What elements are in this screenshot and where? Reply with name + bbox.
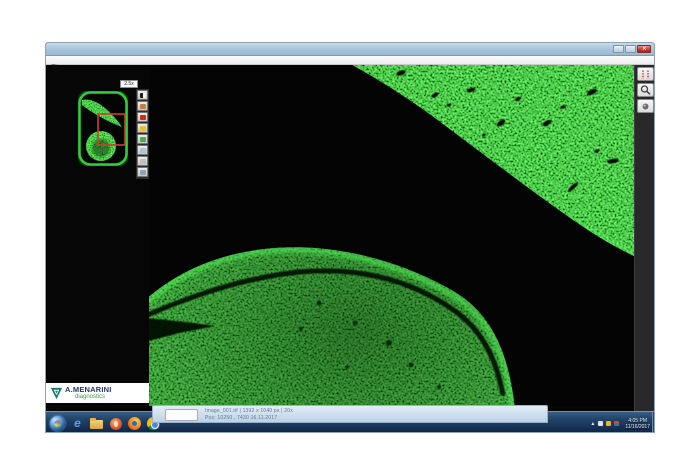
- up-arrow-icon[interactable]: ▲: [590, 421, 595, 427]
- status-bar: Image_001.tif | 1392 x 1040 px | 20x Pos…: [152, 405, 548, 423]
- opera-icon[interactable]: [109, 417, 122, 430]
- info-icon: [140, 170, 146, 175]
- slide-overview-thumbnail[interactable]: [78, 91, 128, 166]
- clock-time: 4:05 PM: [625, 418, 650, 424]
- firefox-icon[interactable]: [128, 417, 141, 430]
- sidebar-tool-button[interactable]: [137, 123, 148, 133]
- marker-green-icon: [140, 137, 146, 142]
- sidebar-tool-button[interactable]: [137, 145, 148, 155]
- status-zoom-field[interactable]: [165, 409, 198, 421]
- snapshot-button[interactable]: [637, 99, 654, 113]
- region-marks-icon: [640, 70, 651, 79]
- menu-bar: File: [46, 56, 654, 65]
- sidebar: 2.5x A.MENARINI diagnosti: [46, 65, 149, 411]
- logo-brand-text: A.MENARINI: [65, 386, 112, 394]
- sidebar-tool-button[interactable]: [137, 156, 148, 166]
- system-tray: ▲ 4:05 PM 11/16/2017: [590, 414, 650, 433]
- layers-icon: [140, 148, 146, 153]
- minimize-button[interactable]: [613, 45, 624, 53]
- marker-red-icon: [140, 115, 146, 120]
- title-bar[interactable]: [46, 43, 654, 56]
- contrast-icon: [140, 93, 146, 98]
- logo-division-text: diagnostics: [75, 394, 112, 401]
- taskbar-clock[interactable]: 4:05 PM 11/16/2017: [625, 418, 650, 430]
- start-button[interactable]: [50, 416, 65, 431]
- photo-frame: File: [0, 0, 700, 467]
- sidebar-tool-button[interactable]: [137, 112, 148, 122]
- marker-yellow-icon: [140, 126, 146, 131]
- network-icon[interactable]: [598, 421, 603, 426]
- slide-viewer-canvas[interactable]: [149, 65, 634, 406]
- volume-icon[interactable]: [614, 421, 619, 426]
- window-controls: [613, 45, 651, 53]
- internet-explorer-icon[interactable]: e: [71, 417, 84, 430]
- thumbnail-image[interactable]: [78, 91, 128, 166]
- sidebar-tool-button[interactable]: [137, 167, 148, 177]
- vendor-logo: A.MENARINI diagnostics: [46, 383, 149, 403]
- show-desktop-button[interactable]: [652, 412, 655, 433]
- annotation-icon: [140, 104, 146, 109]
- folder-icon: [90, 420, 103, 429]
- capture-icon: [140, 159, 146, 164]
- zoom-tool-button[interactable]: [637, 83, 654, 97]
- region-marks-button[interactable]: [637, 67, 654, 81]
- sidebar-tool-button[interactable]: [137, 101, 148, 111]
- maximize-button[interactable]: [625, 45, 636, 53]
- status-line-1: Image_001.tif | 1392 x 1040 px | 20x: [205, 408, 293, 415]
- menarini-logo-icon: [50, 387, 63, 400]
- action-center-icon[interactable]: [606, 421, 611, 426]
- magnification-badge: 2.5x: [120, 80, 138, 88]
- app-window: File: [45, 42, 655, 433]
- sidebar-tool-button[interactable]: [137, 134, 148, 144]
- snapshot-icon: [640, 102, 651, 111]
- status-line-2: Pos: 10250 , 7430 16.11.2017: [205, 415, 293, 422]
- sidebar-tool-button[interactable]: [137, 90, 148, 100]
- windows-explorer-icon[interactable]: [90, 417, 103, 430]
- viewer-tool-strip: [634, 65, 655, 411]
- thumbnail-tool-strip: [136, 89, 149, 179]
- close-button[interactable]: [637, 45, 651, 53]
- magnifier-icon: [640, 85, 651, 95]
- clock-date: 11/16/2017: [625, 424, 650, 430]
